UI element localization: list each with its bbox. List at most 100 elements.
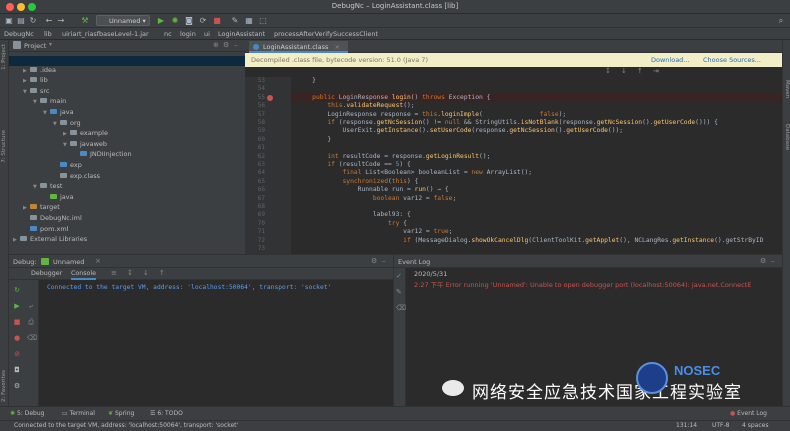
sdk-icon[interactable]: ⬚ xyxy=(258,16,268,26)
tree-item[interactable]: pom.xml xyxy=(23,224,69,234)
cursor-position[interactable]: 131:14 xyxy=(676,422,697,429)
step-over-icon[interactable]: ↧ xyxy=(127,269,133,277)
indent-setting[interactable]: 4 spaces xyxy=(742,422,768,429)
tree-item[interactable]: exp xyxy=(53,160,82,170)
chevron-down-icon[interactable]: ▼ xyxy=(33,97,40,107)
back-icon[interactable]: ← xyxy=(44,16,54,26)
tree-item[interactable]: ▶ example xyxy=(63,128,108,138)
breadcrumb-item[interactable]: LoginAssistant xyxy=(218,30,265,38)
chevron-down-icon[interactable]: ▼ xyxy=(53,119,60,129)
debug-icon[interactable]: ✺ xyxy=(170,16,180,26)
tree-item[interactable]: ▼ src xyxy=(23,86,50,96)
tree-item[interactable]: ▶ .idea xyxy=(23,65,56,75)
breadcrumb-item[interactable]: DebugNc xyxy=(4,30,34,38)
clear-log-icon[interactable]: ⌫ xyxy=(396,304,406,312)
breadcrumb-item[interactable]: uiriart_riasfbaseLevel-1.jar xyxy=(62,30,149,38)
tree-item[interactable]: ▶ lib xyxy=(23,75,48,85)
breadcrumb-item[interactable]: lib xyxy=(44,30,52,38)
breakpoint-icon[interactable] xyxy=(267,94,273,101)
close-tab-icon[interactable]: × xyxy=(334,43,339,51)
tab-console[interactable]: Console xyxy=(71,270,96,280)
tree-item[interactable]: ▼ test xyxy=(33,181,62,191)
view-breakpoints-icon[interactable]: ● xyxy=(13,334,21,342)
hide-icon[interactable]: – xyxy=(382,257,386,265)
step-into-icon[interactable]: ↓ xyxy=(621,67,627,75)
tab-favorites[interactable]: 2: Favorites xyxy=(1,370,7,402)
download-link[interactable]: Download... xyxy=(651,53,690,67)
bottom-tab-debug[interactable]: ✺ 5: Debug xyxy=(10,410,44,417)
open-folder-icon[interactable]: ▣ xyxy=(4,16,14,26)
close-session-icon[interactable]: × xyxy=(95,257,101,265)
tab-debugger[interactable]: Debugger xyxy=(31,270,62,277)
step-into-icon[interactable]: ↓ xyxy=(143,269,149,277)
choose-sources-link[interactable]: Choose Sources... xyxy=(703,53,761,67)
tree-item[interactable]: ▶ target xyxy=(23,202,60,212)
locate-icon[interactable]: ⊕ xyxy=(213,41,219,49)
tree-item[interactable]: ▼ javaweb xyxy=(63,139,107,149)
event-error-entry[interactable]: 2:27 下午 Error running 'Unnamed': Unable … xyxy=(414,279,751,289)
gear-icon[interactable]: ⚙ xyxy=(760,257,766,265)
stop-icon[interactable]: ■ xyxy=(212,16,222,26)
tab-database[interactable]: Database xyxy=(784,124,790,150)
tab-login-assistant[interactable]: LoginAssistant.class × xyxy=(249,41,348,53)
tab-structure[interactable]: 7: Structure xyxy=(1,130,7,163)
resume-icon[interactable]: ▶ xyxy=(13,302,21,310)
chevron-down-icon[interactable]: ▼ xyxy=(43,108,50,118)
rerun-icon[interactable]: ↻ xyxy=(13,286,21,294)
step-out-icon[interactable]: ↑ xyxy=(159,269,165,277)
tree-item[interactable]: ▼ java xyxy=(43,107,74,117)
tree-item[interactable]: JNDIInjection xyxy=(73,149,132,159)
settings-wrench-icon[interactable]: ✎ xyxy=(230,16,240,26)
settings-icon[interactable]: ⚙ xyxy=(13,382,21,390)
camera-icon[interactable]: ◘ xyxy=(13,366,21,374)
tree-item[interactable]: DebugNc.iml xyxy=(23,213,82,223)
run-to-cursor-icon[interactable]: ⇥ xyxy=(653,67,659,75)
breadcrumb-item[interactable]: login xyxy=(180,30,196,38)
mark-read-icon[interactable]: ✓ xyxy=(396,272,402,280)
mute-breakpoints-icon[interactable]: ⊘ xyxy=(13,350,21,358)
tree-item[interactable]: ▼ org xyxy=(53,118,81,128)
chevron-down-icon[interactable]: ▼ xyxy=(33,182,40,192)
tab-project[interactable]: 1: Project xyxy=(1,44,7,70)
stop-icon[interactable]: ■ xyxy=(13,318,21,326)
refresh-icon[interactable]: ↻ xyxy=(28,16,38,26)
chevron-right-icon[interactable]: ▶ xyxy=(23,76,30,86)
run-icon[interactable]: ▶ xyxy=(156,16,166,26)
tree-item[interactable]: ▼ main xyxy=(33,96,66,106)
chevron-right-icon[interactable]: ▶ xyxy=(23,66,30,76)
chevron-down-icon[interactable]: ▼ xyxy=(23,87,30,97)
chevron-down-icon[interactable]: ▾ xyxy=(49,41,52,48)
breadcrumb-item[interactable]: ui xyxy=(204,30,210,38)
tree-item[interactable]: java xyxy=(43,192,74,202)
profile-icon[interactable]: ⟳ xyxy=(198,16,208,26)
forward-icon[interactable]: → xyxy=(56,16,66,26)
clear-icon[interactable]: ⌫ xyxy=(27,334,37,342)
bottom-tab-todo[interactable]: ☰ 6: TODO xyxy=(150,410,183,417)
chevron-right-icon[interactable]: ▶ xyxy=(23,203,30,213)
chevron-right-icon[interactable]: ▶ xyxy=(63,129,70,139)
soft-wrap-icon[interactable]: ⤶ xyxy=(27,302,35,310)
chevron-down-icon[interactable]: ▼ xyxy=(63,140,70,150)
project-panel-title[interactable]: Project xyxy=(24,42,46,50)
print-icon[interactable]: ⎙ xyxy=(27,318,35,326)
build-hammer-icon[interactable]: ⚒ xyxy=(80,16,90,26)
project-structure-icon[interactable]: ▦ xyxy=(244,16,254,26)
coverage-icon[interactable]: ◙ xyxy=(184,16,194,26)
scroll-end-icon[interactable]: ≡ xyxy=(111,269,117,277)
breadcrumb-item[interactable]: nc xyxy=(164,30,172,38)
breadcrumb-item[interactable]: processAfterVerifySuccessClient xyxy=(274,30,378,38)
step-out-icon[interactable]: ↑ xyxy=(637,67,643,75)
tab-maven[interactable]: Maven xyxy=(784,80,790,98)
run-config-dropdown[interactable]: Unnamed ▾ xyxy=(96,15,150,26)
gear-icon[interactable]: ⚙ xyxy=(223,41,229,49)
step-over-icon[interactable]: ↧ xyxy=(605,67,611,75)
chevron-right-icon[interactable]: ▶ xyxy=(13,235,20,245)
search-icon[interactable]: ⌕ xyxy=(776,16,786,26)
bottom-tab-event-log[interactable]: ● Event Log xyxy=(730,410,767,417)
debug-session-tab[interactable]: Unnamed xyxy=(53,258,84,266)
gear-icon[interactable]: ⚙ xyxy=(371,257,377,265)
hide-icon[interactable]: – xyxy=(234,41,238,49)
bottom-tab-terminal[interactable]: ▭ Terminal xyxy=(62,410,95,417)
bottom-tab-spring[interactable]: ❦ Spring xyxy=(108,410,134,417)
hide-icon[interactable]: – xyxy=(771,257,775,265)
